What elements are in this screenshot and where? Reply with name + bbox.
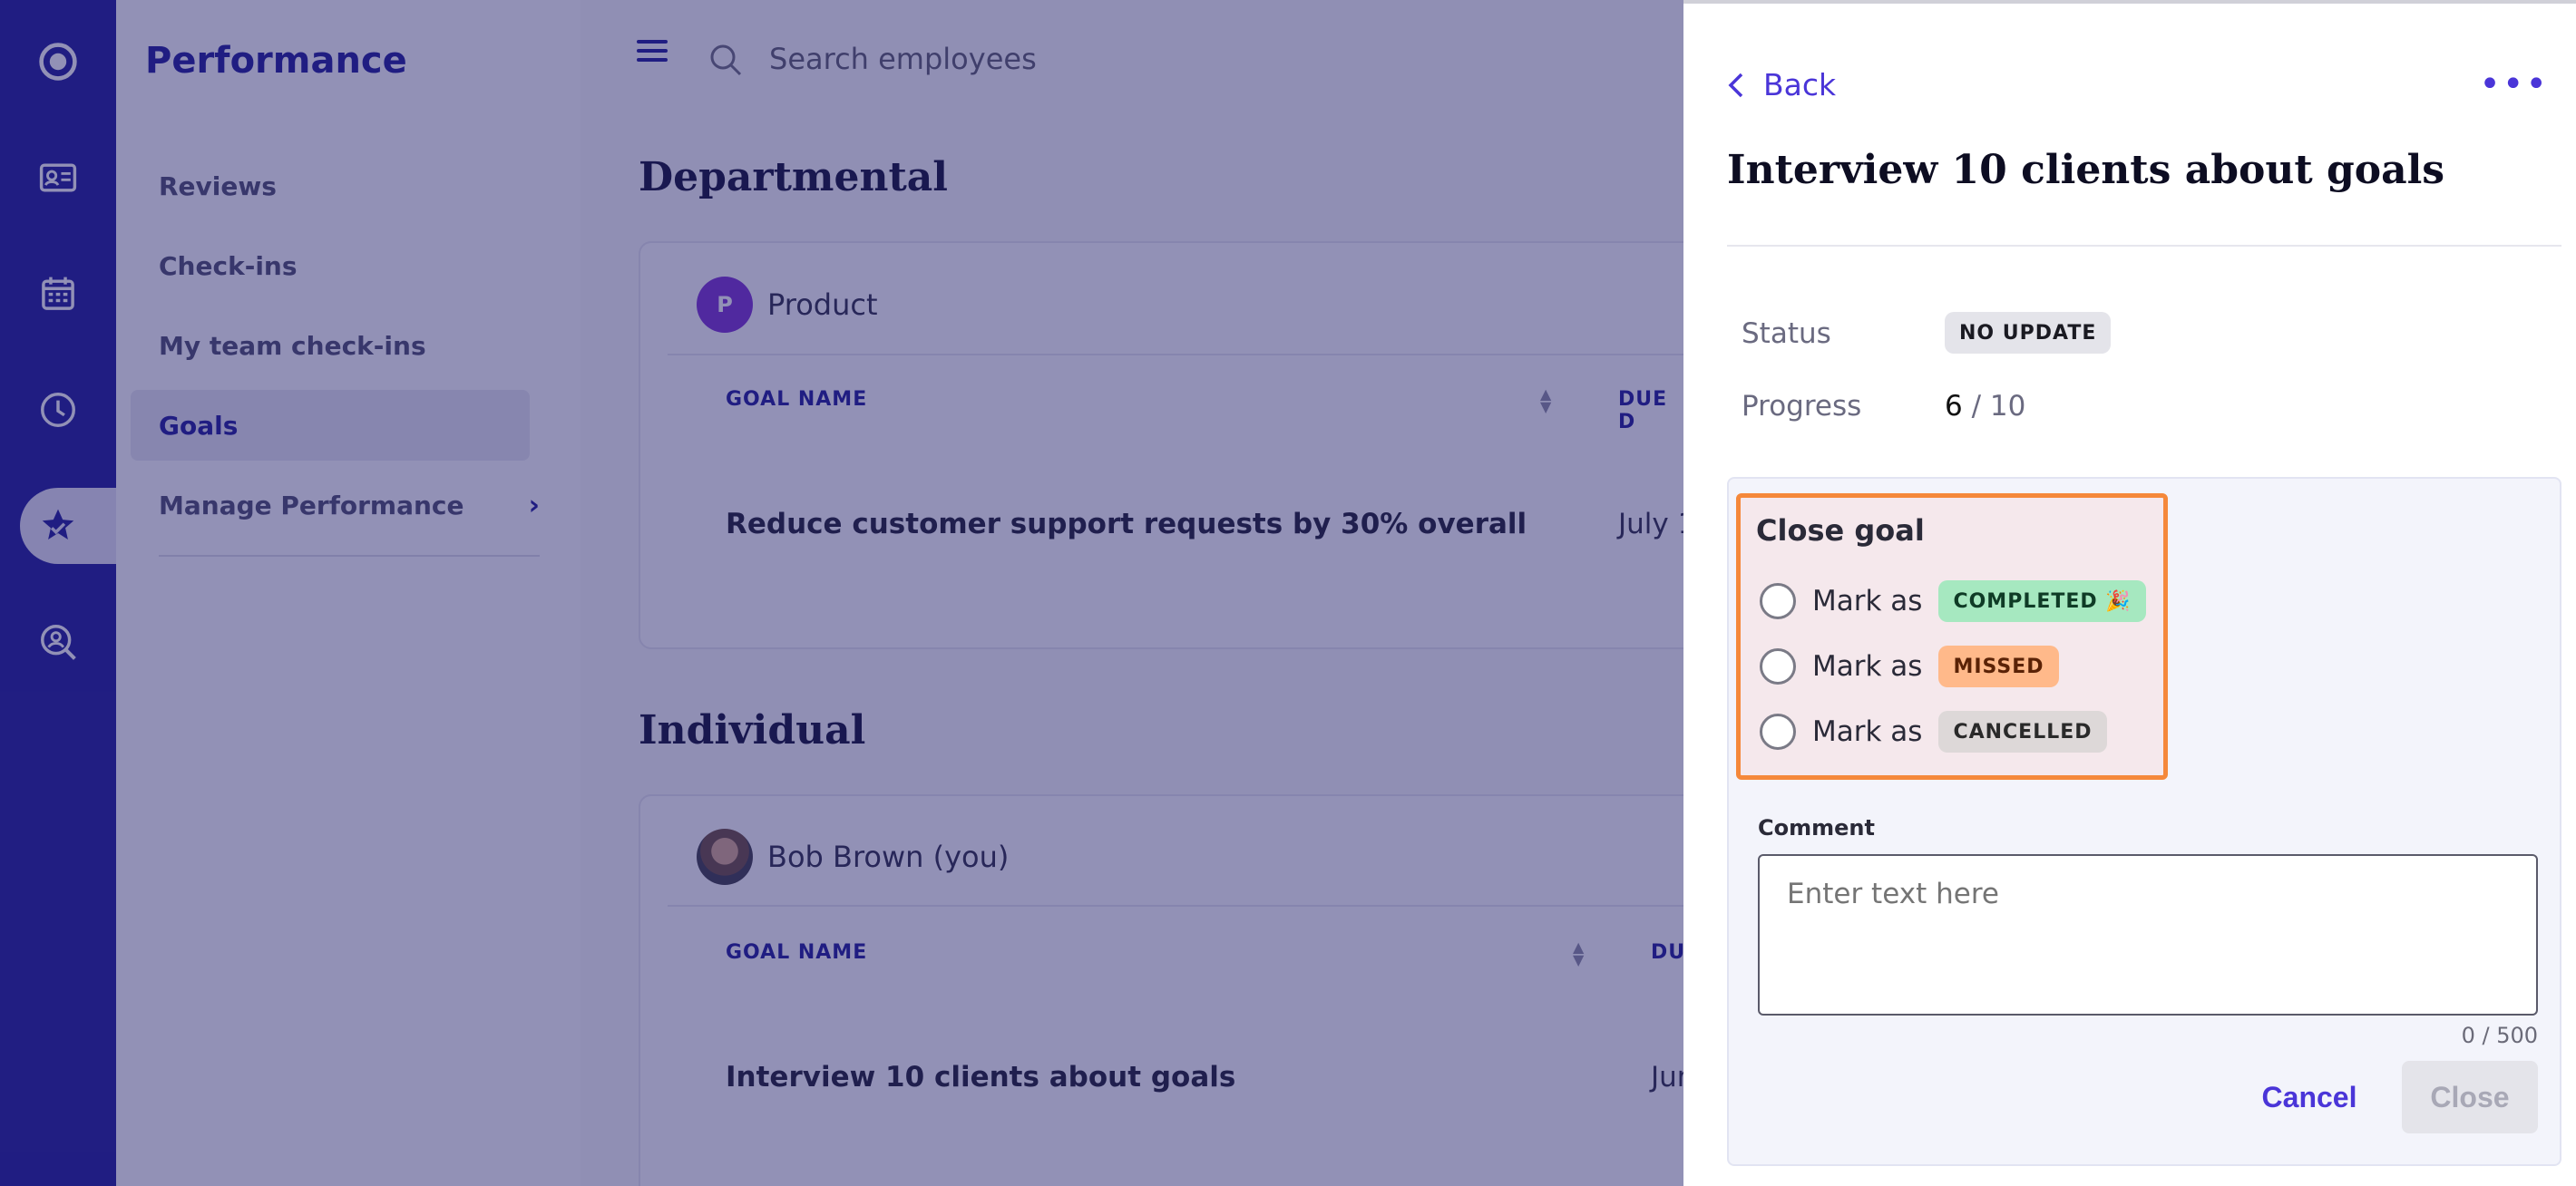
cancelled-badge: CANCELLED (1938, 711, 2107, 753)
comment-char-count: 0 / 500 (2461, 1023, 2538, 1048)
chevron-left-icon (1728, 73, 1743, 97)
radio-cancelled[interactable] (1760, 714, 1796, 750)
completed-badge: COMPLETED 🎉 (1938, 580, 2146, 622)
comment-input[interactable] (1758, 854, 2538, 1016)
more-icon[interactable]: ••• (2479, 66, 2549, 102)
drawer-divider (1727, 245, 2561, 247)
cancel-button[interactable]: Cancel (2246, 1061, 2373, 1133)
progress-label: Progress (1742, 390, 1862, 423)
goal-detail-drawer: Back ••• Interview 10 clients about goal… (1683, 0, 2576, 1186)
mark-cancelled-option[interactable]: Mark as CANCELLED (1760, 711, 2107, 753)
progress-current: 6 (1945, 390, 1963, 423)
status-badge: NO UPDATE (1945, 312, 2112, 354)
option-prefix: Mark as (1812, 585, 1923, 617)
close-goal-title: Close goal (1756, 513, 1925, 548)
status-value: NO UPDATE (1945, 312, 2112, 354)
progress-total: / 10 (1962, 390, 2026, 423)
option-prefix: Mark as (1812, 650, 1923, 683)
comment-label: Comment (1758, 815, 1875, 841)
radio-completed[interactable] (1760, 583, 1796, 619)
progress-value: 6 / 10 (1945, 390, 2025, 423)
back-button[interactable]: Back (1727, 67, 1836, 102)
status-label: Status (1742, 317, 1831, 350)
option-prefix: Mark as (1812, 715, 1923, 748)
mark-completed-option[interactable]: Mark as COMPLETED 🎉 (1760, 580, 2146, 622)
close-button[interactable]: Close (2402, 1061, 2538, 1133)
radio-missed[interactable] (1760, 648, 1796, 685)
missed-badge: MISSED (1938, 646, 2059, 687)
drawer-backdrop[interactable] (0, 0, 1683, 1186)
back-label: Back (1763, 67, 1837, 102)
goal-title: Interview 10 clients about goals (1727, 147, 2445, 193)
mark-missed-option[interactable]: Mark as MISSED (1760, 646, 2059, 687)
